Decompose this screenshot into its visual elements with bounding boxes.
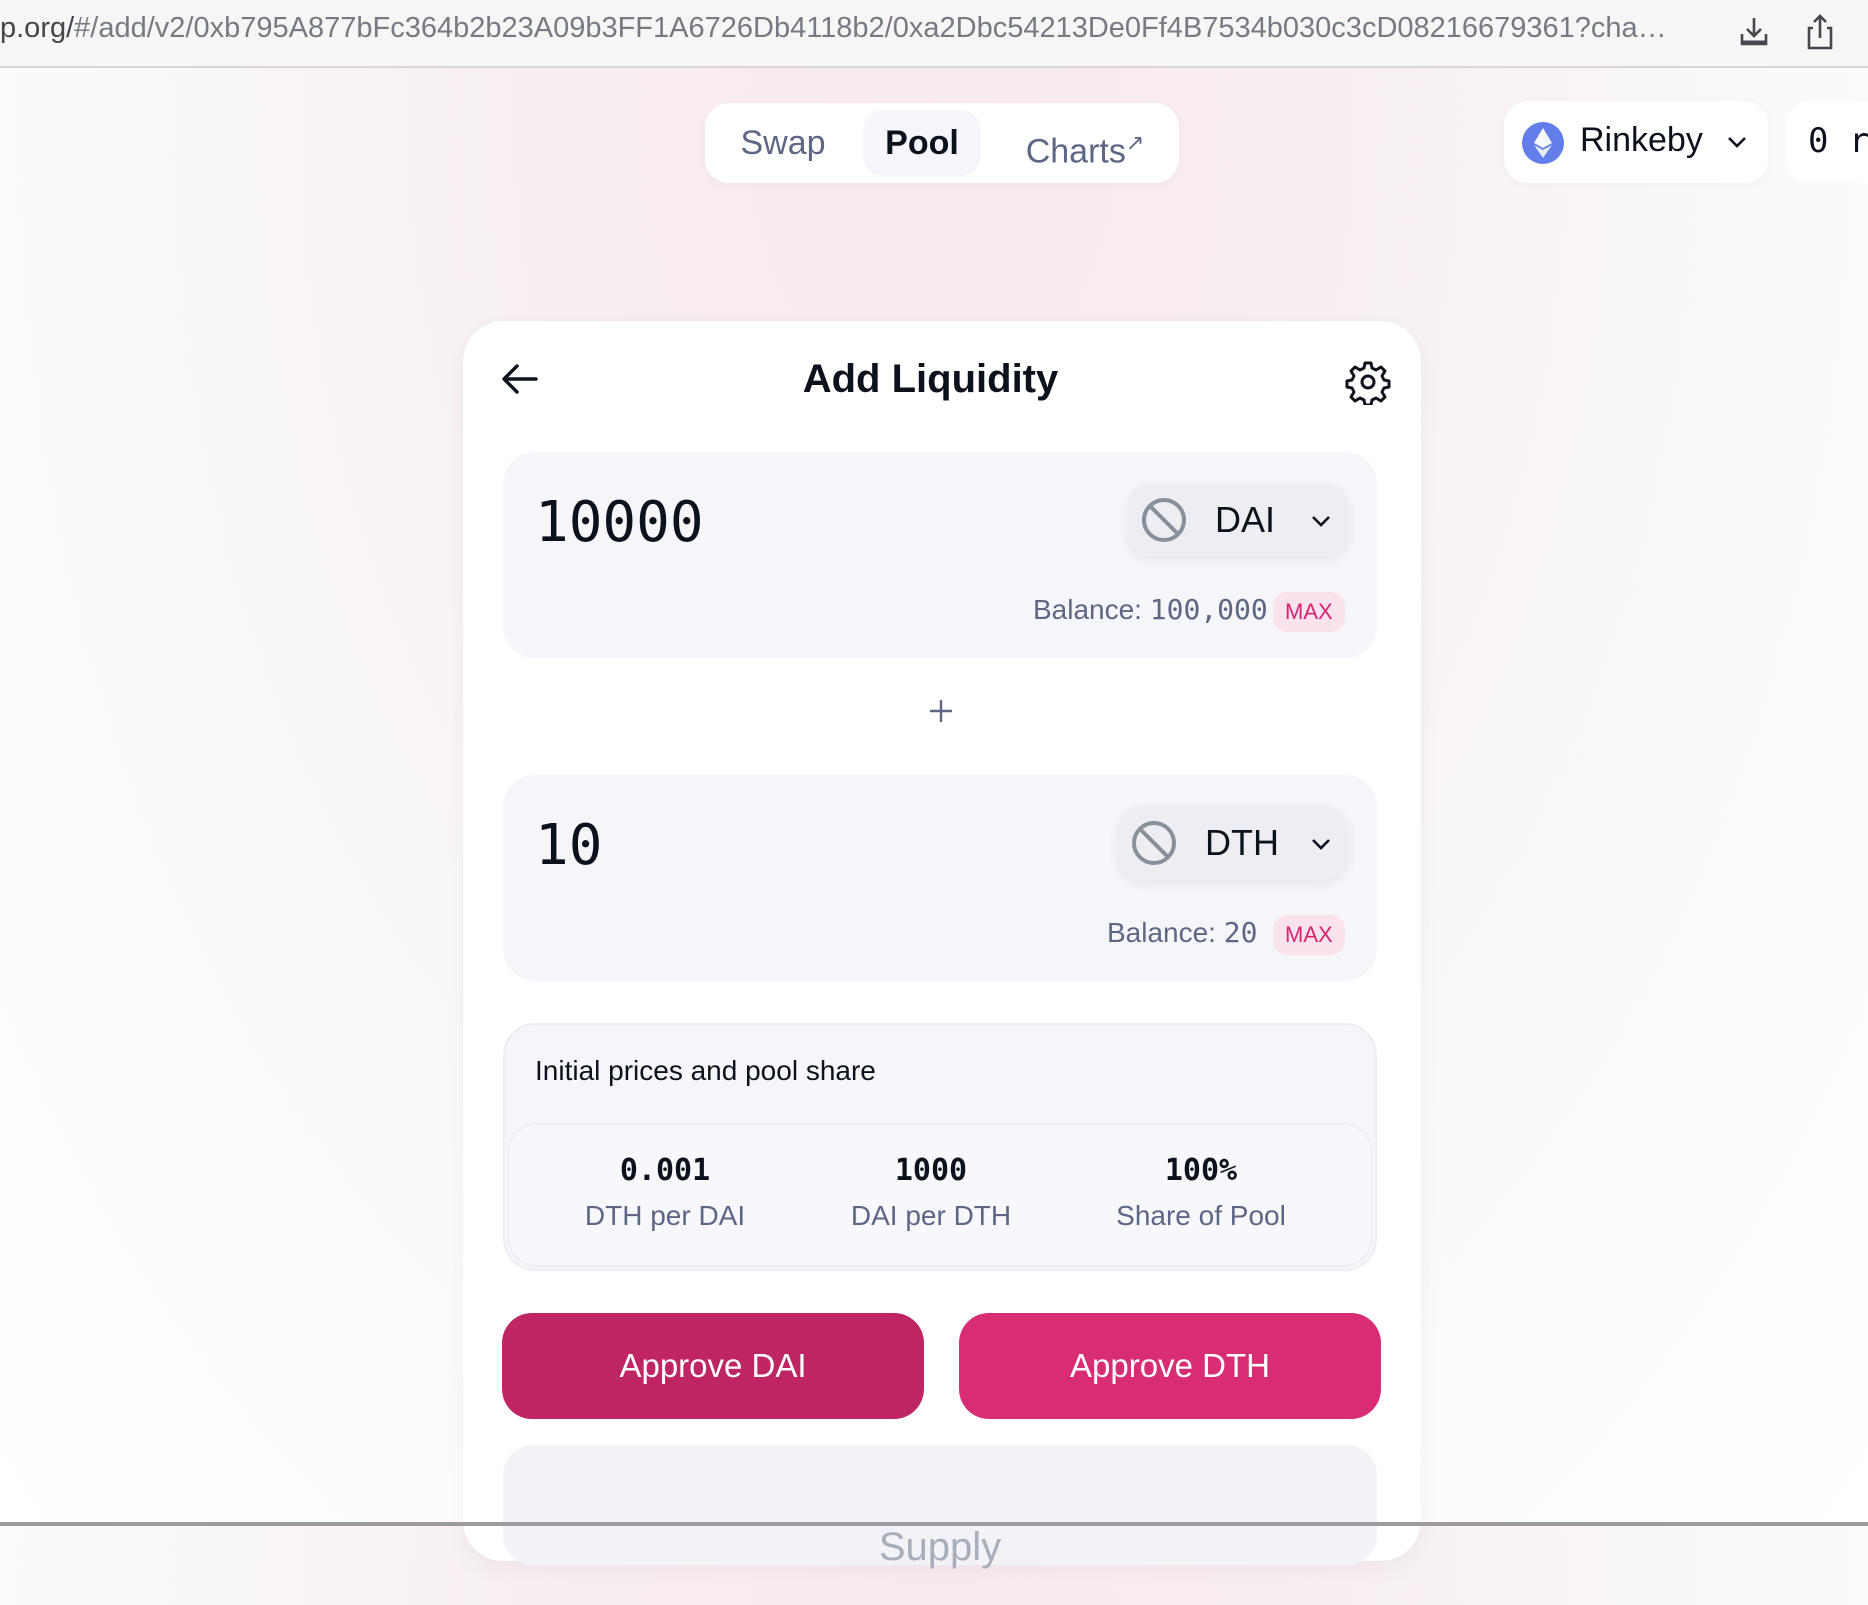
token-b-symbol: DTH xyxy=(1205,822,1279,863)
price-item: 1000 DAI per DTH xyxy=(801,1153,1061,1232)
token-a-max-button[interactable]: MAX xyxy=(1273,592,1345,632)
url-path: #/add/v2/0xb795A877bFc364b2b23A09b3FF1A6… xyxy=(74,12,1667,44)
balance-label: Balance: xyxy=(1033,594,1150,625)
approve-dai-button[interactable]: Approve DAI xyxy=(502,1313,924,1419)
download-icon[interactable] xyxy=(1734,12,1774,52)
approve-dth-button[interactable]: Approve DTH xyxy=(959,1313,1381,1419)
chevron-down-icon xyxy=(1728,137,1746,148)
balance-label: Balance: xyxy=(1107,917,1224,948)
pool-share-label: Share of Pool xyxy=(1116,1200,1286,1231)
network-name: Rinkeby xyxy=(1580,121,1703,159)
token-b-max-button[interactable]: MAX xyxy=(1273,915,1345,955)
price-item: 0.001 DTH per DAI xyxy=(535,1153,795,1232)
balance-value: 100,000 xyxy=(1149,593,1268,626)
chevron-down-icon xyxy=(1312,839,1330,850)
token-b-input-panel: 10 DTH Balance: 20 MAX xyxy=(503,775,1377,981)
main-nav: Swap Pool Charts↗ xyxy=(705,103,1179,183)
token-b-select-button[interactable]: DTH xyxy=(1117,806,1349,880)
ethereum-icon xyxy=(1522,122,1564,164)
browser-address-bar[interactable]: p.org/#/add/v2/0xb795A877bFc364b2b23A09b… xyxy=(0,0,1868,68)
wallet-balance: 0 rE xyxy=(1808,121,1868,161)
tab-pool[interactable]: Pool xyxy=(863,110,981,176)
token-a-select-button[interactable]: DAI xyxy=(1127,483,1349,557)
plus-icon xyxy=(930,700,952,722)
unknown-token-icon xyxy=(1142,498,1186,542)
network-selector[interactable]: Rinkeby xyxy=(1504,101,1768,183)
share-icon[interactable] xyxy=(1800,12,1840,52)
token-b-balance: Balance: 20 xyxy=(1107,916,1257,949)
tab-charts[interactable]: Charts↗ xyxy=(1011,110,1159,176)
prices-grid: 0.001 DTH per DAI 1000 DAI per DTH 100% … xyxy=(507,1123,1373,1267)
price-label: DTH per DAI xyxy=(584,1200,746,1231)
token-b-amount-input[interactable]: 10 xyxy=(535,813,602,878)
url-text[interactable]: p.org/#/add/v2/0xb795A877bFc364b2b23A09b… xyxy=(0,12,1667,45)
window-bottom-edge xyxy=(0,1522,1868,1526)
supply-button[interactable]: Supply xyxy=(503,1445,1377,1569)
pool-share-value: 100% xyxy=(1164,1153,1238,1188)
wallet-balance-button[interactable]: 0 rE xyxy=(1786,101,1868,183)
token-a-symbol: DAI xyxy=(1215,499,1276,540)
chevron-down-icon xyxy=(1312,516,1330,527)
external-link-icon: ↗ xyxy=(1125,130,1145,155)
token-a-balance: Balance: 100,000 xyxy=(1033,593,1268,626)
add-liquidity-card: Add Liquidity 10000 DAI Balance: 100,000… xyxy=(463,321,1421,1569)
token-a-input-panel: 10000 DAI Balance: 100,000 MAX xyxy=(503,452,1377,658)
price-label: DAI per DTH xyxy=(850,1200,1012,1231)
prices-title: Initial prices and pool share xyxy=(535,1055,876,1086)
token-a-amount-input[interactable]: 10000 xyxy=(535,490,704,555)
page-title: Add Liquidity xyxy=(802,357,1059,401)
pool-share-item: 100% Share of Pool xyxy=(1071,1153,1331,1232)
tab-swap[interactable]: Swap xyxy=(719,110,847,176)
initial-prices-panel: Initial prices and pool share 0.001 DTH … xyxy=(503,1023,1377,1271)
tab-charts-label: Charts xyxy=(1025,132,1126,171)
url-prefix: p.org/ xyxy=(0,12,75,44)
unknown-token-icon xyxy=(1132,821,1176,865)
price-value: 1000 xyxy=(894,1153,968,1188)
supply-label: Supply xyxy=(878,1525,1002,1569)
balance-value: 20 xyxy=(1223,916,1258,949)
price-value: 0.001 xyxy=(619,1153,711,1188)
gear-icon[interactable] xyxy=(1345,359,1391,405)
